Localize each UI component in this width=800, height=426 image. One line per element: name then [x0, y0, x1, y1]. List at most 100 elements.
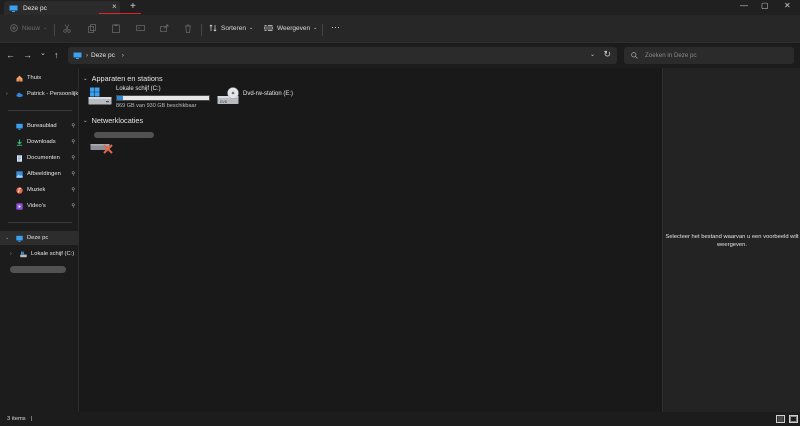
- delete-button[interactable]: [184, 24, 192, 33]
- address-bar[interactable]: › Deze pc › ⌄ ↻: [68, 47, 617, 64]
- sidebar-item-thuis[interactable]: Thuis: [0, 71, 79, 85]
- maximize-button[interactable]: ▢: [761, 1, 769, 10]
- drive-c[interactable]: Lokale schijf (C:) 869 GB van 930 GB bes…: [88, 86, 213, 110]
- search-placeholder: Zoeken in Deze pc: [645, 52, 697, 59]
- drive-icon: [20, 251, 27, 257]
- pin-icon[interactable]: ⚲: [71, 139, 75, 145]
- group-header-devices[interactable]: ⌄ Apparaten en stations: [83, 74, 163, 83]
- pin-icon[interactable]: ⚲: [71, 155, 75, 161]
- paste-button[interactable]: [112, 24, 120, 33]
- cut-button[interactable]: [63, 24, 71, 33]
- copy-button[interactable]: [88, 24, 96, 33]
- view-icon: [264, 25, 273, 31]
- sidebar-item-onedrive[interactable]: › Patrick - Persoonlijk: [0, 87, 79, 101]
- collapse-chevron-icon[interactable]: ⌄: [5, 235, 9, 241]
- refresh-button[interactable]: ↻: [603, 49, 611, 60]
- share-button[interactable]: [160, 24, 169, 32]
- redacted-network-item[interactable]: [10, 266, 66, 273]
- view-label: Weergeven: [277, 24, 311, 32]
- sidebar-item-downloads[interactable]: Downloads ⚲: [0, 135, 79, 149]
- details-view-button[interactable]: [776, 415, 785, 423]
- pin-icon[interactable]: ⚲: [71, 171, 75, 177]
- drive-free-space: 869 GB van 930 GB beschikbaar: [116, 103, 197, 109]
- toolbar-divider: [322, 24, 323, 36]
- drive-dvd[interactable]: DVD Dvd-rw-station (E:): [217, 86, 327, 110]
- sort-icon: [209, 24, 217, 32]
- address-dropdown-icon[interactable]: ⌄: [590, 51, 595, 58]
- svg-text:DVD: DVD: [220, 100, 228, 104]
- group-collapse-icon[interactable]: ⌄: [83, 76, 88, 82]
- group-title: Apparaten en stations: [91, 74, 163, 83]
- drive-usage-fill: [117, 96, 124, 100]
- home-icon: [16, 75, 23, 81]
- share-icon: [160, 24, 169, 32]
- preview-pane: Selecteer het bestand waarvan u een voor…: [662, 68, 800, 412]
- view-button[interactable]: Weergeven ⌄: [264, 24, 317, 32]
- sidebar-item-videos[interactable]: Video's ⚲: [0, 199, 79, 213]
- more-options-button[interactable]: ···: [331, 22, 340, 32]
- pin-icon[interactable]: ⚲: [71, 187, 75, 193]
- up-button[interactable]: ↑: [54, 50, 59, 60]
- expand-chevron-icon[interactable]: ›: [6, 91, 8, 97]
- back-button[interactable]: ←: [6, 50, 15, 60]
- chevron-down-icon: ⌄: [43, 25, 48, 31]
- videos-icon: [16, 202, 23, 210]
- network-drive[interactable]: [88, 130, 168, 156]
- tiles-view-icon: [790, 416, 797, 422]
- sidebar-item-afbeeldingen[interactable]: Afbeeldingen ⚲: [0, 167, 79, 181]
- close-button[interactable]: ✕: [784, 1, 791, 10]
- search-box[interactable]: Zoeken in Deze pc: [624, 47, 794, 64]
- pin-icon[interactable]: ⚲: [71, 203, 75, 209]
- item-count: 3 items: [7, 416, 26, 422]
- rename-icon: [136, 25, 145, 31]
- delete-icon: [185, 24, 191, 33]
- sidebar-item-lokale-schijf[interactable]: › Lokale schijf (C:): [0, 247, 79, 261]
- pin-icon[interactable]: ⚲: [71, 123, 75, 129]
- sidebar-divider: [8, 110, 72, 111]
- plus-icon: [10, 24, 18, 32]
- file-list: ⌄ Apparaten en stations Lokale schijf (C…: [80, 68, 661, 412]
- document-icon: [17, 154, 22, 162]
- more-icon: ···: [331, 22, 340, 32]
- sidebar-item-bureaublad[interactable]: Bureaublad ⚲: [0, 119, 79, 133]
- sort-button[interactable]: Sorteren ⌄: [209, 24, 253, 32]
- sidebar-item-label: Documenten: [27, 155, 60, 161]
- computer-icon: [9, 5, 18, 12]
- drive-name: Dvd-rw-station (E:): [243, 91, 294, 97]
- sort-label: Sorteren: [221, 24, 246, 32]
- sidebar-item-label: Downloads: [27, 139, 56, 145]
- sidebar-item-label: Deze pc: [27, 235, 49, 241]
- music-icon: [16, 186, 23, 194]
- new-button[interactable]: Nieuw ⌄: [10, 24, 47, 32]
- rename-button[interactable]: [136, 24, 145, 32]
- sidebar-item-deze-pc[interactable]: ⌄ Deze pc: [0, 231, 79, 245]
- breadcrumb-separator[interactable]: ›: [122, 53, 124, 59]
- tab-close-icon[interactable]: ×: [112, 2, 117, 11]
- sidebar-item-muziek[interactable]: Muziek ⚲: [0, 183, 79, 197]
- toolbar-divider: [201, 24, 202, 36]
- computer-icon: [16, 235, 23, 242]
- minimize-button[interactable]: —: [740, 1, 748, 10]
- sidebar-item-documenten[interactable]: Documenten ⚲: [0, 151, 79, 165]
- new-tab-button[interactable]: +: [130, 1, 136, 12]
- redacted-network-name: [94, 132, 154, 138]
- drive-name: Lokale schijf (C:): [116, 86, 161, 92]
- chevron-down-icon: ⌄: [248, 25, 254, 31]
- group-header-network[interactable]: ⌄ Netwerklocaties: [83, 116, 143, 125]
- recent-locations-button[interactable]: ⌄: [40, 49, 46, 59]
- sidebar-item-label: Thuis: [27, 75, 42, 81]
- expand-chevron-icon[interactable]: ›: [10, 251, 12, 257]
- tiles-view-button[interactable]: [789, 415, 798, 423]
- computer-icon: [73, 52, 82, 59]
- breadcrumb-deze-pc[interactable]: Deze pc: [91, 52, 115, 59]
- pictures-icon: [16, 170, 23, 178]
- paste-icon: [112, 24, 120, 33]
- drive-usage-bar: [116, 95, 210, 101]
- sidebar-item-label: Lokale schijf (C:): [31, 251, 75, 257]
- group-collapse-icon[interactable]: ⌄: [83, 118, 88, 124]
- annotation-underline: [99, 13, 141, 15]
- details-view-icon: [777, 416, 784, 422]
- breadcrumb-separator[interactable]: ›: [86, 53, 88, 59]
- forward-button[interactable]: →: [23, 50, 32, 60]
- sidebar-divider: [8, 222, 72, 223]
